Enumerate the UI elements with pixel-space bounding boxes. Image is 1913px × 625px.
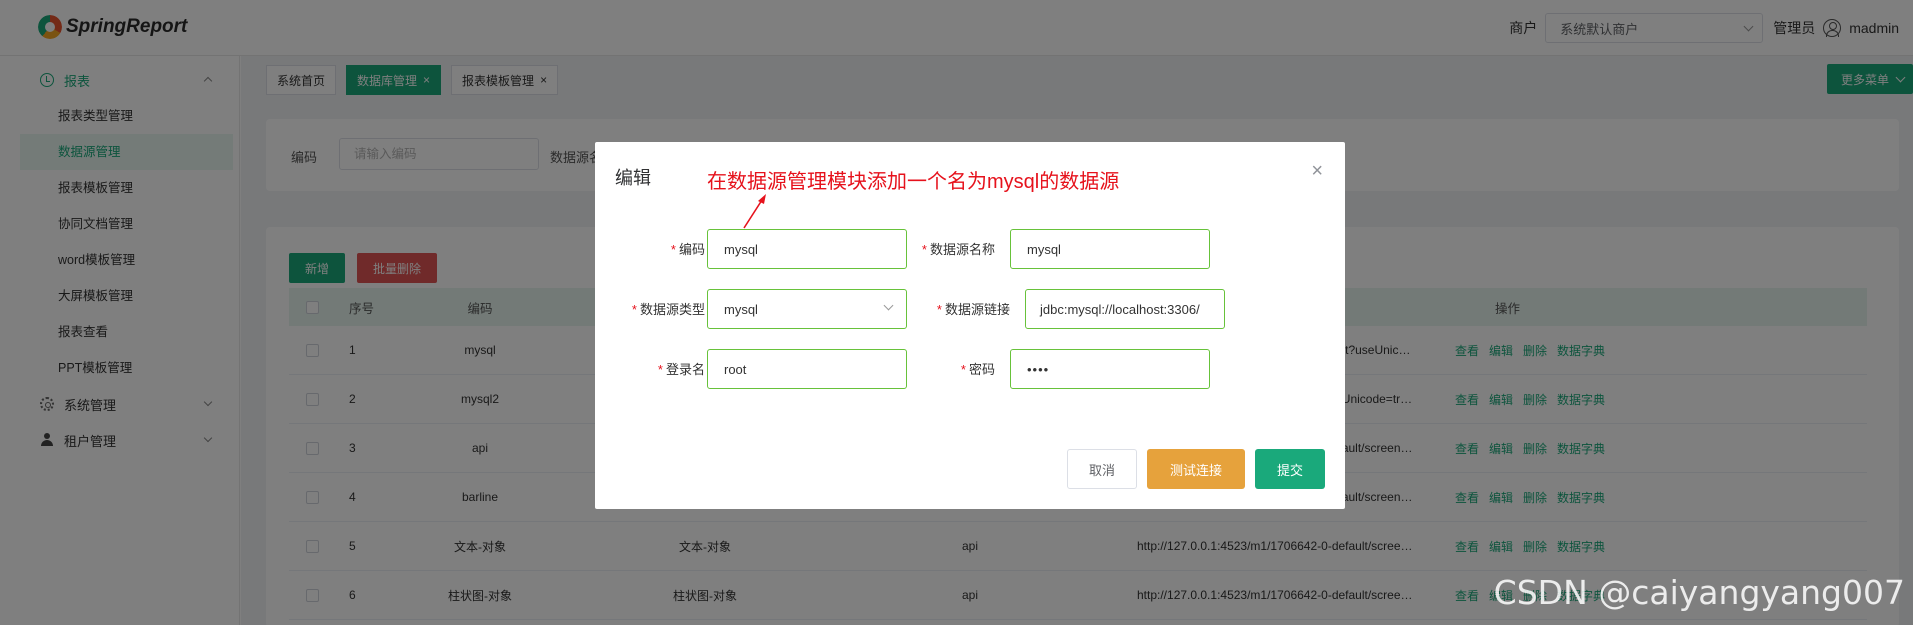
code-label: * 编码: [670, 242, 705, 257]
cancel-button[interactable]: 取消: [1067, 449, 1137, 489]
annotation-text: 在数据源管理模块添加一个名为mysql的数据源: [707, 171, 1120, 193]
submit-button[interactable]: 提交: [1255, 449, 1325, 489]
password-label: * 密码: [960, 362, 995, 377]
code-input[interactable]: mysql: [707, 229, 907, 269]
login-label: * 登录名: [657, 362, 705, 377]
dialog-title: 编辑: [615, 168, 651, 188]
type-select-value: mysql: [724, 301, 758, 317]
watermark: CSDN @caiyangyang007: [1493, 573, 1905, 612]
edit-dialog: 编辑 × 在数据源管理模块添加一个名为mysql的数据源 * 编码 mysql *…: [595, 142, 1345, 509]
url-label: * 数据源链接: [936, 302, 1010, 317]
type-label: * 数据源类型: [631, 302, 705, 317]
type-select[interactable]: mysql: [707, 289, 907, 329]
login-input[interactable]: root: [707, 349, 907, 389]
password-input[interactable]: ••••: [1010, 349, 1210, 389]
name-input[interactable]: mysql: [1010, 229, 1210, 269]
chevron-down-icon: [883, 300, 894, 311]
name-label: * 数据源名称: [921, 242, 995, 257]
test-connection-button[interactable]: 测试连接: [1147, 449, 1245, 489]
close-icon[interactable]: ×: [1311, 160, 1323, 183]
annotation-arrow-icon: [743, 194, 766, 229]
url-input[interactable]: jdbc:mysql://localhost:3306/: [1025, 289, 1225, 329]
